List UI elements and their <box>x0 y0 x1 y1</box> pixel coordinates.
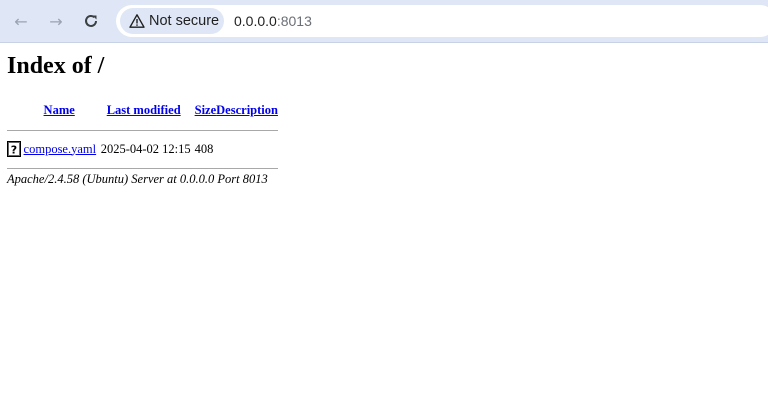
file-description-cell <box>216 139 278 159</box>
directory-listing: Name Last modified Size Description ? co… <box>7 99 278 177</box>
table-row: ? compose.yaml 2025-04-02 12:15 408 <box>7 139 278 159</box>
file-size-cell: 408 <box>194 141 214 156</box>
header-modified-cell: Last modified <box>99 99 191 121</box>
divider <box>7 129 278 131</box>
arrow-right-icon: → <box>49 11 63 31</box>
header-name-cell: Name <box>22 99 99 121</box>
file-link[interactable]: compose.yaml <box>24 142 97 156</box>
warning-triangle-icon <box>129 14 145 28</box>
server-signature: Apache/2.4.58 (Ubuntu) Server at 0.0.0.0… <box>7 172 268 186</box>
divider <box>7 167 278 169</box>
divider-row <box>7 121 278 139</box>
reload-button[interactable] <box>78 8 104 34</box>
sort-by-size-link[interactable]: Size <box>195 103 217 117</box>
unknown-file-icon: ? <box>7 141 21 157</box>
arrow-left-icon: ← <box>14 11 28 31</box>
browser-toolbar: ← → Not secure 0.0.0.0:8013 <box>0 0 768 43</box>
svg-text:?: ? <box>11 144 17 157</box>
header-icon-cell <box>7 99 22 121</box>
security-indicator[interactable]: Not secure <box>120 8 224 34</box>
sort-by-name-link[interactable]: Name <box>44 103 75 117</box>
file-modified-cell: 2025-04-02 12:15 <box>100 141 191 156</box>
url-host: 0.0.0.0 <box>234 13 277 29</box>
file-icon-cell: ? <box>7 139 22 159</box>
header-size-cell: Size <box>191 99 217 121</box>
reload-icon <box>85 14 97 27</box>
forward-button[interactable]: → <box>43 8 69 34</box>
header-row: Name Last modified Size Description <box>7 99 278 121</box>
url-text[interactable]: 0.0.0.0:8013 <box>234 13 312 29</box>
file-name-cell: compose.yaml <box>22 139 99 159</box>
url-port: :8013 <box>276 13 312 29</box>
sort-by-modified-link[interactable]: Last modified <box>107 103 181 117</box>
page-content: Index of / Name Last modified Size Descr… <box>7 52 278 186</box>
back-button[interactable]: ← <box>8 8 34 34</box>
page-title: Index of / <box>7 53 105 79</box>
security-label: Not secure <box>149 13 220 29</box>
address-bar[interactable]: Not secure 0.0.0.0:8013 <box>116 5 768 37</box>
sort-by-description-link[interactable]: Description <box>216 103 278 117</box>
header-description-cell: Description <box>216 99 278 121</box>
